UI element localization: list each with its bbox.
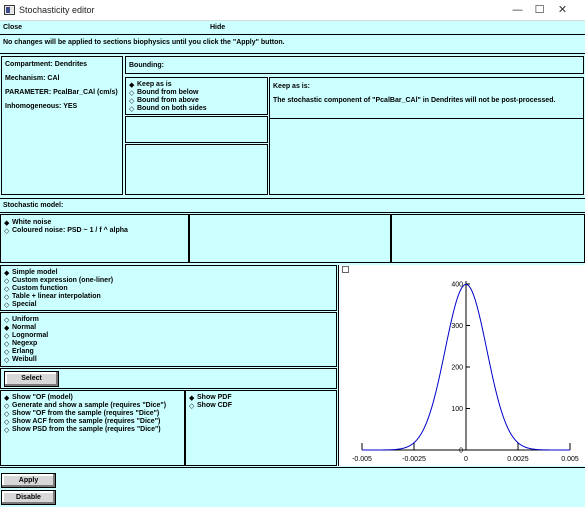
radio-icon: ◆ [4,269,10,277]
radio-icon: ◆ [4,394,10,402]
radio-show-pdf[interactable]: ◆ Show PDF [186,394,232,402]
radio-icon: ◇ [4,340,10,348]
y-tick-label: 100 [451,406,463,413]
info-panel: Compartment: Dendrites Mechanism: CAl PA… [1,56,123,195]
radio-icon: ◇ [4,402,10,410]
radio-simple-model[interactable]: ◆ Simple model [1,269,58,277]
apply-button[interactable]: Apply [1,473,56,488]
inhomogeneous-label: Inhomogeneous: YES [5,103,78,110]
radio-table-interpolation[interactable]: ◇ Table + linear interpolation [1,293,101,301]
parameter-label: PARAMETER: PcalBar_CAl (cm/s) [5,89,118,96]
y-tick-label: 300 [451,323,463,330]
radio-show-sample[interactable]: ◇ Show "OF from the sample (requires "Dic… [1,410,159,418]
notice-text: No changes will be applied to sections b… [3,39,285,46]
radio-icon: ◇ [4,293,10,301]
radio-icon: ◇ [4,285,10,293]
radio-icon: ◆ [4,219,10,227]
disable-button[interactable]: Disable [1,490,56,505]
stochastic-model-header: Stochastic model: [3,202,64,209]
radio-icon: ◇ [4,277,10,285]
bounding-description: Keep as is: The stochastic component of … [269,77,584,195]
radio-weibull[interactable]: ◇ Weibull [1,356,37,364]
x-tick-label: 0.0025 [507,456,529,463]
radio-icon: ◇ [4,410,10,418]
description-text: The stochastic component of "PcalBar_CAl… [273,97,556,104]
radio-uniform[interactable]: ◇ Uniform [1,316,39,324]
radio-icon: ◆ [4,324,10,332]
y-tick-label: 200 [451,365,463,372]
app-icon [4,5,15,15]
radio-icon: ◇ [4,301,10,309]
bounding-empty-panel-2 [125,144,268,195]
pdf-plot-panel: -0.005 -0.0025 0 0.0025 0.005 0 100 200 300 400 [338,265,585,466]
menu-close[interactable]: Close [3,24,22,31]
noise-options: ◆ White noise ◇ Coloured noise: PSD ~ 1 / … [0,214,189,263]
bounding-empty-panel [125,116,268,143]
y-tick-label: 0 [459,448,463,455]
distribution-options: ◇ Uniform ◆ Normal ◇ Lognormal ◇ Negexp ◇ Erl… [0,312,337,367]
radio-special[interactable]: ◇ Special [1,301,37,309]
divider [0,467,585,468]
radio-icon: ◆ [189,394,195,402]
menu-bar: Close Hide [0,21,585,35]
radio-icon: ◇ [4,227,10,235]
radio-icon: ◇ [4,418,10,426]
radio-show-psd[interactable]: ◇ Show PSD from the sample (requires "Dic… [1,426,161,434]
description-title: Keep as is: [273,83,310,90]
radio-icon: ◇ [4,426,10,434]
radio-icon: ◇ [129,105,135,113]
radio-generate-sample[interactable]: ◇ Generate and show a sample (requires "D… [1,402,166,410]
radio-negexp[interactable]: ◇ Negexp [1,340,37,348]
radio-icon: ◇ [129,89,135,97]
radio-bound-from-above[interactable]: ◇ Bound from above [126,97,199,105]
radio-icon: ◆ [129,81,135,89]
x-tick-label: 0.005 [561,456,579,463]
radio-icon: ◇ [4,356,10,364]
plot-checkbox[interactable] [342,266,349,273]
mechanism-label: Mechanism: CAl [5,75,60,82]
radio-keep-as-is[interactable]: ◆ Keep as is [126,81,172,89]
radio-white-noise[interactable]: ◆ White noise [1,219,51,227]
radio-icon: ◇ [4,316,10,324]
radio-lognormal[interactable]: ◇ Lognormal [1,332,48,340]
divider [0,212,585,213]
divider [0,198,585,199]
menu-hide[interactable]: Hide [210,24,225,31]
window-title: Stochasticity editor [19,5,95,15]
x-tick-label: 0 [464,456,468,463]
model-type-options: ◆ Simple model ◇ Custom expression (one-li… [0,265,337,311]
noise-empty-panel-2 [391,214,585,263]
radio-icon: ◇ [4,348,10,356]
radio-custom-function[interactable]: ◇ Custom function [1,285,68,293]
divider [0,53,585,54]
radio-icon: ◇ [129,97,135,105]
pdf-chart: -0.005 -0.0025 0 0.0025 0.005 0 100 200 300 400 [352,281,579,463]
close-icon[interactable]: ✕ [540,0,585,21]
radio-custom-expression[interactable]: ◇ Custom expression (one-liner) [1,277,113,285]
radio-show-cdf[interactable]: ◇ Show CDF [186,402,232,410]
x-tick-label: -0.0025 [402,456,426,463]
radio-bound-from-below[interactable]: ◇ Bound from below [126,89,198,97]
select-button[interactable]: Select [4,371,59,387]
radio-coloured-noise[interactable]: ◇ Coloured noise: PSD ~ 1 / f ^ alpha [1,227,128,235]
bounding-header: Bounding: [125,56,584,74]
show-options: ◆ Show "OF (model) ◇ Generate and show a s… [0,390,185,466]
select-panel: Select [0,368,337,389]
radio-erlang[interactable]: ◇ Erlang [1,348,34,356]
bounding-options: ◆ Keep as is ◇ Bound from below ◇ Bound fro… [125,77,268,115]
divider [270,118,583,119]
y-tick-label: 400 [451,282,463,289]
radio-show-model[interactable]: ◆ Show "OF (model) [1,394,73,402]
compartment-label: Compartment: Dendrites [5,61,88,68]
radio-icon: ◇ [189,402,195,410]
radio-icon: ◇ [4,332,10,340]
radio-bound-both-sides[interactable]: ◇ Bound on both sides [126,105,207,113]
radio-show-acf[interactable]: ◇ Show ACF from the sample (requires "Dic… [1,418,160,426]
pdf-cdf-options: ◆ Show PDF ◇ Show CDF [185,390,337,466]
window-title-bar: Stochasticity editor — ☐ ✕ [0,0,585,21]
radio-normal[interactable]: ◆ Normal [1,324,36,332]
noise-empty-panel [189,214,391,263]
x-tick-label: -0.005 [352,456,372,463]
